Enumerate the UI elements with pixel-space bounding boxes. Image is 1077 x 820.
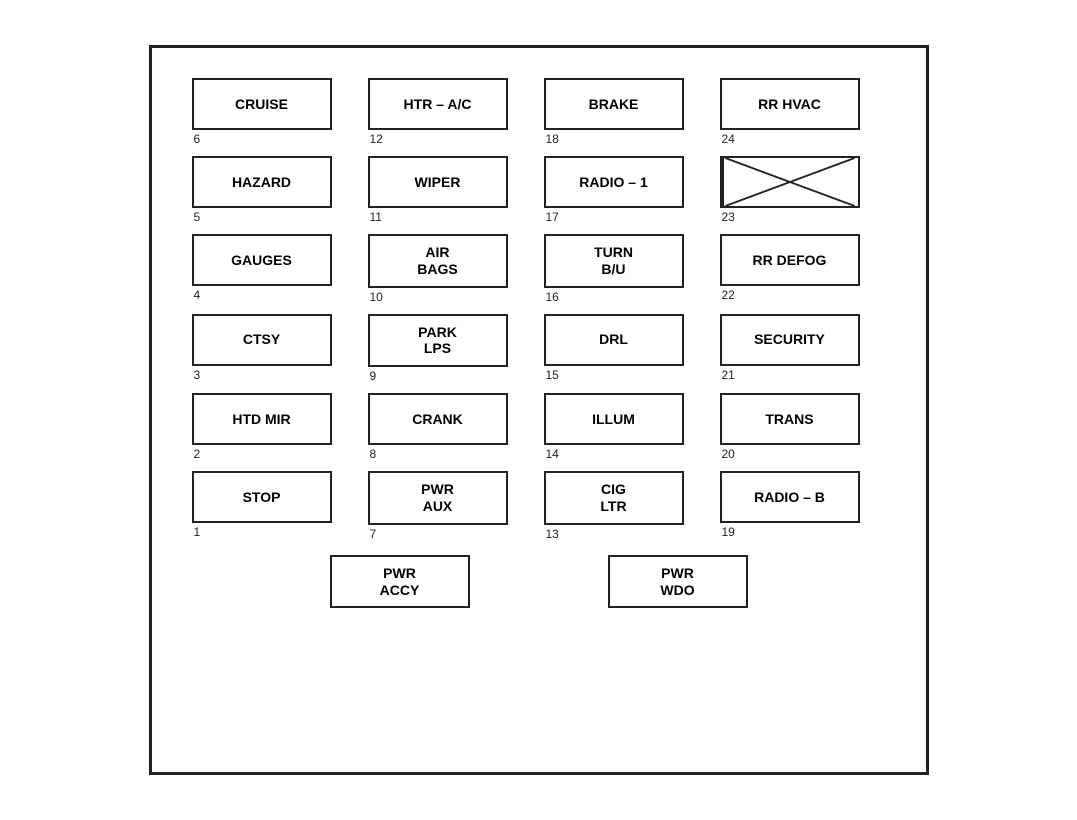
fuse-box-x: [720, 156, 860, 208]
fuse-cell: RR DEFOG 22: [720, 234, 886, 304]
fuse-number: 17: [544, 210, 559, 224]
bottom-row: PWRACCY PWRWDO: [192, 555, 886, 609]
fuse-cell: TURNB/U 16: [544, 234, 710, 304]
fuse-box-label: CIGLTR: [544, 471, 684, 525]
fuse-box-label: RR DEFOG: [720, 234, 860, 286]
fuse-cell: CRUISE 6: [192, 78, 358, 146]
fuse-box-label: PARKLPS: [368, 314, 508, 368]
fuse-number: 8: [368, 447, 377, 461]
fuse-number: 5: [192, 210, 201, 224]
fuse-box-label: CRANK: [368, 393, 508, 445]
fuse-grid: CRUISE6HTR – A/C12BRAKE18RR HVAC24HAZARD…: [192, 78, 886, 541]
fuse-number: 13: [544, 527, 559, 541]
fuse-cell: BRAKE 18: [544, 78, 710, 146]
fuse-number: 1: [192, 525, 201, 539]
fuse-box-label: BRAKE: [544, 78, 684, 130]
fuse-cell: PWRAUX 7: [368, 471, 534, 541]
fuse-number: 3: [192, 368, 201, 382]
fuse-cell: RADIO – 1 17: [544, 156, 710, 224]
fuse-number: 7: [368, 527, 377, 541]
fuse-box-label: STOP: [192, 471, 332, 523]
fuse-number: 24: [720, 132, 735, 146]
fuse-number: 20: [720, 447, 735, 461]
fuse-box-label: DRL: [544, 314, 684, 366]
fuse-cell: GAUGES 4: [192, 234, 358, 304]
fuse-number: 15: [544, 368, 559, 382]
fuse-box-label: AIRBAGS: [368, 234, 508, 288]
fuse-cell: RADIO – B 19: [720, 471, 886, 541]
fuse-cell: CRANK 8: [368, 393, 534, 461]
fuse-box-label: PWRAUX: [368, 471, 508, 525]
fuse-cell: CIGLTR 13: [544, 471, 710, 541]
fuse-box-label: SECURITY: [720, 314, 860, 366]
bottom-fuse-cell: PWRACCY: [330, 555, 470, 609]
fuse-box-label: RR HVAC: [720, 78, 860, 130]
fuse-box-label: CRUISE: [192, 78, 332, 130]
fuse-box-label: ILLUM: [544, 393, 684, 445]
fuse-box-label: RADIO – 1: [544, 156, 684, 208]
fuse-cell: PARKLPS9: [368, 314, 534, 384]
fuse-cell: WIPER 11: [368, 156, 534, 224]
fuse-box-label: HTD MIR: [192, 393, 332, 445]
bottom-fuse-box: PWRWDO: [608, 555, 748, 609]
fuse-number: 12: [368, 132, 383, 146]
fuse-cell: RR HVAC 24: [720, 78, 886, 146]
fuse-number: 23: [720, 210, 735, 224]
bottom-fuse-box: PWRACCY: [330, 555, 470, 609]
fuse-number: 6: [192, 132, 201, 146]
fuse-cell: HTR – A/C 12: [368, 78, 534, 146]
fuse-number: 19: [720, 525, 735, 539]
fuse-cell: CTSY 3: [192, 314, 358, 384]
fuse-number: 11: [368, 210, 382, 224]
fuse-cell: HAZARD 5: [192, 156, 358, 224]
bottom-fuse-cell: PWRWDO: [608, 555, 748, 609]
fuse-box-label: GAUGES: [192, 234, 332, 286]
fuse-cell: AIRBAGS 10: [368, 234, 534, 304]
fuse-number: 9: [368, 369, 377, 383]
fuse-box-label: HAZARD: [192, 156, 332, 208]
fuse-box-label: HTR – A/C: [368, 78, 508, 130]
fuse-cell: SECURITY 21: [720, 314, 886, 384]
fuse-number: 10: [368, 290, 383, 304]
fuse-number: 22: [720, 288, 735, 302]
fuse-box-label: WIPER: [368, 156, 508, 208]
fuse-number: 21: [720, 368, 735, 382]
fuse-number: 2: [192, 447, 201, 461]
fuse-box-label: CTSY: [192, 314, 332, 366]
fuse-number: 18: [544, 132, 559, 146]
fuse-cell: STOP 1: [192, 471, 358, 541]
fuse-number: 4: [192, 288, 201, 302]
fuse-cell: ILLUM 14: [544, 393, 710, 461]
fuse-number: 14: [544, 447, 559, 461]
fuse-number: 16: [544, 290, 559, 304]
fuse-cell: DRL 15: [544, 314, 710, 384]
fuse-box-label: RADIO – B: [720, 471, 860, 523]
fuse-box-label: TURNB/U: [544, 234, 684, 288]
fuse-diagram: CRUISE6HTR – A/C12BRAKE18RR HVAC24HAZARD…: [149, 45, 929, 775]
fuse-cell: TRANS 20: [720, 393, 886, 461]
fuse-box-label: TRANS: [720, 393, 860, 445]
fuse-cell: 23: [720, 156, 886, 224]
fuse-cell: HTD MIR 2: [192, 393, 358, 461]
